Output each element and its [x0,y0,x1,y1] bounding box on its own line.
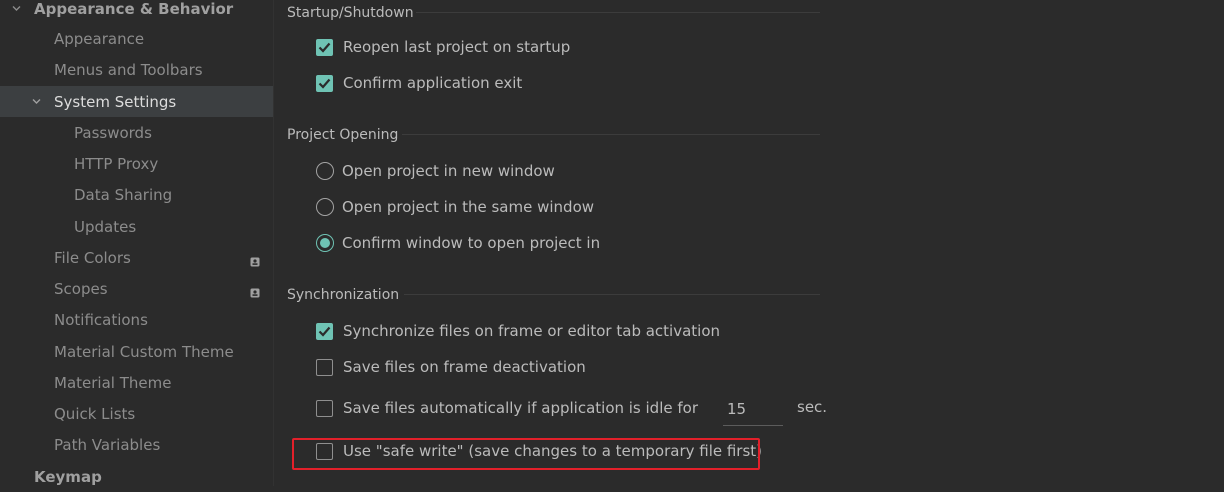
sidebar-item-file-colors[interactable]: File Colors [0,242,273,273]
radio-unselected-icon[interactable] [316,162,334,180]
sidebar-item-label: Notifications [54,310,148,329]
group-title-startup: Startup/Shutdown [287,5,414,21]
group-divider [402,134,820,135]
sidebar-item-label: Quick Lists [54,404,136,423]
sidebar-item-label: Scopes [54,279,108,298]
sidebar-section-appearance-behavior[interactable]: Appearance & Behavior [0,0,273,24]
sidebar-section-label: Appearance & Behavior [34,0,234,18]
sidebar-item-path-variables[interactable]: Path Variables [0,429,273,460]
sidebar-item-label: HTTP Proxy [74,154,159,173]
sidebar-item-label: Material Custom Theme [54,342,234,361]
option-label: Open project in the same window [342,198,595,216]
sidebar-item-label: Appearance [54,29,145,48]
sidebar-item-material-custom-theme[interactable]: Material Custom Theme [0,336,273,367]
radio-dot [320,238,330,248]
checkbox-unchecked-icon[interactable] [316,399,333,417]
settings-sidebar: Appearance & Behavior Appearance Menus a… [0,0,274,486]
option-label: Confirm window to open project in [342,234,601,252]
sidebar-item-menus-toolbars[interactable]: Menus and Toolbars [0,54,273,85]
idle-seconds-input[interactable] [723,392,783,426]
option-label: Reopen last project on startup [343,38,571,56]
sidebar-item-scopes[interactable]: Scopes [0,273,273,304]
save-on-deactivation-checkbox[interactable]: Save files on frame deactivation [316,355,586,379]
group-divider [404,294,820,295]
sync-files-checkbox[interactable]: Synchronize files on frame or editor tab… [316,319,720,343]
group-title-project-opening: Project Opening [287,127,399,143]
sidebar-section-label: Keymap [34,467,102,486]
sidebar-item-label: Material Theme [54,373,172,392]
project-level-icon [250,284,260,297]
group-divider [416,12,820,13]
sidebar-item-quick-lists[interactable]: Quick Lists [0,398,273,429]
checkbox-unchecked-icon[interactable] [316,358,333,376]
option-label: Open project in new window [342,162,555,180]
sidebar-item-material-theme[interactable]: Material Theme [0,367,273,398]
sidebar-item-label: Passwords [74,123,152,142]
radio-selected-icon[interactable] [316,234,334,252]
sidebar-item-label: Updates [74,217,137,236]
option-label: Save files on frame deactivation [343,358,586,376]
save-when-idle-checkbox[interactable]: Save files automatically if application … [316,396,698,420]
option-label: Save files automatically if application … [343,399,698,417]
confirm-exit-checkbox[interactable]: Confirm application exit [316,71,522,95]
sidebar-section-keymap[interactable]: Keymap [0,461,273,492]
radio-open-new-window[interactable]: Open project in new window [316,159,555,183]
highlight-box [292,438,760,470]
sidebar-item-http-proxy[interactable]: HTTP Proxy [0,148,273,179]
sidebar-item-label: Menus and Toolbars [54,60,203,79]
project-level-icon [250,253,260,266]
sidebar-item-label: Data Sharing [74,185,173,204]
system-settings-panel: Startup/Shutdown Reopen last project on … [274,0,1224,486]
checkbox-checked-icon[interactable] [316,322,333,340]
sidebar-item-notifications[interactable]: Notifications [0,304,273,335]
radio-unselected-icon[interactable] [316,198,334,216]
radio-open-same-window[interactable]: Open project in the same window [316,195,594,219]
sidebar-item-appearance[interactable]: Appearance [0,23,273,54]
checkbox-checked-icon[interactable] [316,38,333,56]
radio-confirm-window[interactable]: Confirm window to open project in [316,231,600,255]
sidebar-item-label: File Colors [54,248,131,267]
idle-unit-label: sec. [797,398,828,416]
chevron-down-icon[interactable] [12,4,21,13]
sidebar-item-data-sharing[interactable]: Data Sharing [0,179,273,210]
sidebar-item-updates[interactable]: Updates [0,211,273,242]
reopen-last-project-checkbox[interactable]: Reopen last project on startup [316,35,570,59]
chevron-down-icon[interactable] [32,97,41,106]
sidebar-item-label: System Settings [54,92,177,111]
option-label: Synchronize files on frame or editor tab… [343,322,721,340]
sidebar-item-system-settings[interactable]: System Settings [0,86,273,117]
sidebar-item-label: Path Variables [54,435,161,454]
checkbox-checked-icon[interactable] [316,74,333,92]
option-label: Confirm application exit [343,74,523,92]
group-title-synchronization: Synchronization [287,287,400,303]
sidebar-item-passwords[interactable]: Passwords [0,117,273,148]
